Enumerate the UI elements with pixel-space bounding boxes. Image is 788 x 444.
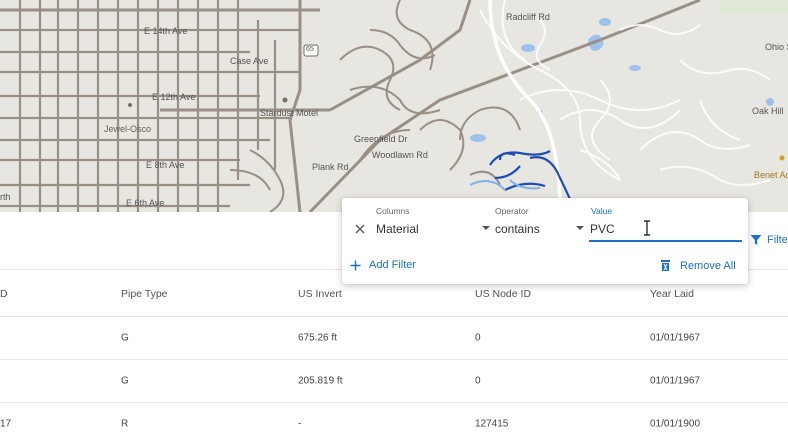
table-row[interactable]: 17 R - 127415 01/01/1900 [0,403,788,444]
map-label-case-ave: Case Ave [230,56,269,66]
column-header-pipe-type[interactable]: Pipe Type [121,288,168,300]
cell-us-invert: 675.26 ft [298,332,337,344]
value-label: Value [591,206,613,216]
map-label-6th-ave: E 6th Ave [126,198,165,208]
map-canvas[interactable] [0,0,788,212]
cell-us-node-id: 0 [475,375,481,387]
filter-button-label: Filte [767,234,788,246]
column-select[interactable]: Material [376,222,419,236]
text-cursor-icon [644,220,650,236]
operator-label: Operator [495,206,529,216]
value-input-underline [589,240,742,242]
map-label-greenfield: Greenfield Dr [354,134,408,144]
filter-icon [750,235,762,245]
map-label-12th-ave: E 12th Ave [152,92,196,102]
cell-id: 17 [0,418,12,430]
map-label-woodlawn: Woodlawn Rd [372,150,428,160]
cell-us-invert: 205.819 ft [298,375,343,387]
column-dropdown-caret-icon[interactable] [482,226,490,230]
value-input[interactable]: PVC [590,222,615,236]
map-label-stardust-motel: Stardust Motel [260,108,319,118]
cell-year-laid: 01/01/1900 [650,418,701,430]
cell-us-node-id: 127415 [475,418,509,430]
map-label-oak-hill: Oak Hill [752,106,784,116]
operator-select[interactable]: contains [495,222,540,236]
cell-us-node-id: 0 [475,332,481,344]
add-filter-label: Add Filter [369,259,417,271]
route-shield-label: 65 [306,46,314,53]
map-label-14th-ave: E 14th Ave [144,26,188,36]
map-label-benet: Benet Ac [754,170,788,180]
column-header-year-laid[interactable]: Year Laid [650,288,694,300]
column-header-id[interactable]: D [0,288,8,300]
column-header-us-invert[interactable]: US Invert [298,288,342,300]
add-filter-button[interactable]: Add Filter [350,259,416,271]
map-label-jewel-osco: Jewel-Osco [104,124,152,134]
table-row[interactable]: G 675.26 ft 0 01/01/1967 [0,317,788,360]
cell-pipe-type: G [121,375,129,387]
table-row[interactable]: G 205.819 ft 0 01/01/1967 [0,360,788,403]
map-label-plank: Plank Rd [312,162,349,172]
column-header-us-node-id[interactable]: US Node ID [475,288,531,300]
water-bodies [470,18,774,142]
filter-button[interactable]: Filte [750,234,788,246]
close-icon[interactable] [354,222,366,236]
cell-pipe-type: G [121,332,129,344]
cell-pipe-type: R [121,418,129,430]
map-label-north-edge: rth [0,192,11,202]
filter-popup: Columns Operator Value Material contains… [342,198,748,284]
map-label-8th-ave: E 8th Ave [146,160,185,170]
map-label-radcliff: Radcliff Rd [506,12,550,22]
plus-icon [350,260,361,270]
map-view[interactable]: E 14th Ave Case Ave E 12th Ave Stardust … [0,0,788,212]
map-label-ohio: Ohio S [765,42,788,52]
data-table: D Pipe Type US Invert US Node ID Year La… [0,271,788,444]
trash-icon [661,260,670,271]
cell-year-laid: 01/01/1967 [650,332,701,344]
cell-us-invert: - [298,418,302,430]
columns-label: Columns [376,206,410,216]
remove-all-button[interactable]: Remove All [660,259,736,272]
remove-all-label: Remove All [680,259,736,272]
cell-year-laid: 01/01/1967 [650,375,701,387]
operator-dropdown-caret-icon[interactable] [576,226,584,230]
